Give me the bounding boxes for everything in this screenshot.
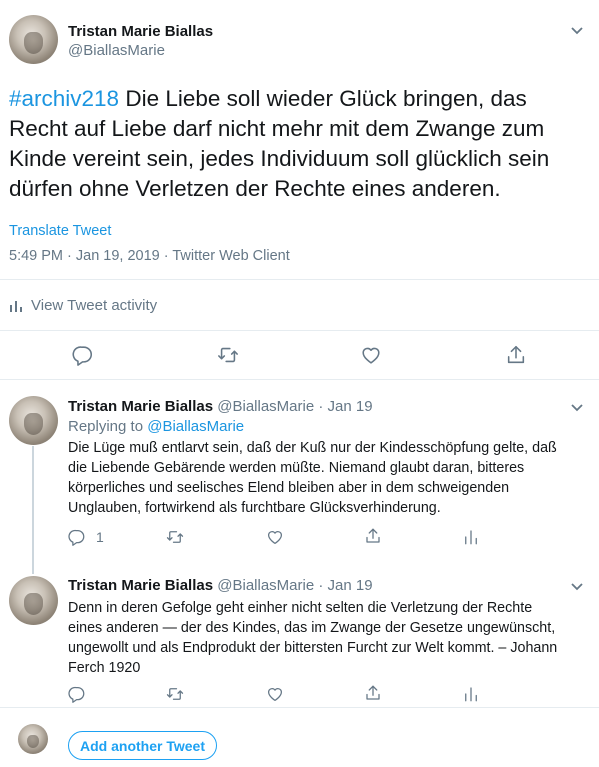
like-icon[interactable] <box>266 528 284 546</box>
view-tweet-activity-label: View Tweet activity <box>31 297 158 314</box>
reply-text: Denn in deren Gefolge geht einher nicht … <box>68 600 558 676</box>
divider <box>0 379 599 380</box>
reply-author-handle[interactable]: @BiallasMarie <box>217 398 314 415</box>
chevron-down-icon[interactable] <box>569 399 585 415</box>
reply-text: Die Lüge muß entlarvt sein, daß der Kuß … <box>68 440 557 516</box>
retweet-icon[interactable] <box>217 344 239 366</box>
chevron-down-icon[interactable] <box>569 22 585 38</box>
reply-icon[interactable] <box>68 528 86 546</box>
like-icon[interactable] <box>360 344 382 366</box>
replying-to: Replying to @BiallasMarie <box>68 418 244 435</box>
reply-icon[interactable] <box>72 344 94 366</box>
author-name[interactable]: Tristan Marie Biallas <box>68 23 213 40</box>
like-icon[interactable] <box>266 685 284 703</box>
reply-author-handle[interactable]: @BiallasMarie <box>217 577 314 594</box>
separator: · <box>318 398 324 415</box>
share-icon[interactable] <box>364 527 382 545</box>
divider <box>0 330 599 331</box>
share-icon[interactable] <box>505 344 527 366</box>
retweet-icon[interactable] <box>166 528 184 546</box>
separator: · <box>318 577 324 594</box>
analytics-icon[interactable] <box>462 685 480 703</box>
replying-to-label: Replying to <box>68 418 144 435</box>
add-another-tweet-button[interactable]: Add another Tweet <box>68 731 217 760</box>
tweet-text: #archiv218 Die Liebe soll wieder Glück b… <box>9 84 584 204</box>
translate-tweet-link[interactable]: Translate Tweet <box>9 223 111 239</box>
reply-icon[interactable] <box>68 685 86 703</box>
divider <box>0 707 599 708</box>
author-avatar[interactable] <box>9 15 58 64</box>
reply-header: Tristan Marie Biallas @BiallasMarie · Ja… <box>68 398 373 415</box>
hashtag-link[interactable]: #archiv218 <box>9 86 119 111</box>
chevron-down-icon[interactable] <box>569 578 585 594</box>
view-tweet-activity[interactable]: View Tweet activity <box>9 297 157 314</box>
author-handle[interactable]: @BiallasMarie <box>68 42 165 59</box>
reply-avatar[interactable] <box>9 396 58 445</box>
reply-avatar[interactable] <box>9 576 58 625</box>
current-user-avatar <box>18 724 48 754</box>
retweet-icon[interactable] <box>166 685 184 703</box>
analytics-icon[interactable] <box>462 528 480 546</box>
reply-count: 1 <box>96 529 104 545</box>
replying-to-mention[interactable]: @BiallasMarie <box>147 418 244 435</box>
share-icon[interactable] <box>364 684 382 702</box>
divider <box>0 279 599 280</box>
thread-connector <box>32 446 34 574</box>
reply-author-name[interactable]: Tristan Marie Biallas <box>68 577 213 594</box>
reply-date[interactable]: Jan 19 <box>328 577 373 594</box>
reply-header: Tristan Marie Biallas @BiallasMarie · Ja… <box>68 577 373 594</box>
reply-date[interactable]: Jan 19 <box>328 398 373 415</box>
analytics-icon <box>9 299 23 313</box>
reply-author-name[interactable]: Tristan Marie Biallas <box>68 398 213 415</box>
tweet-timestamp[interactable]: 5:49 PM · Jan 19, 2019 · Twitter Web Cli… <box>9 248 290 264</box>
